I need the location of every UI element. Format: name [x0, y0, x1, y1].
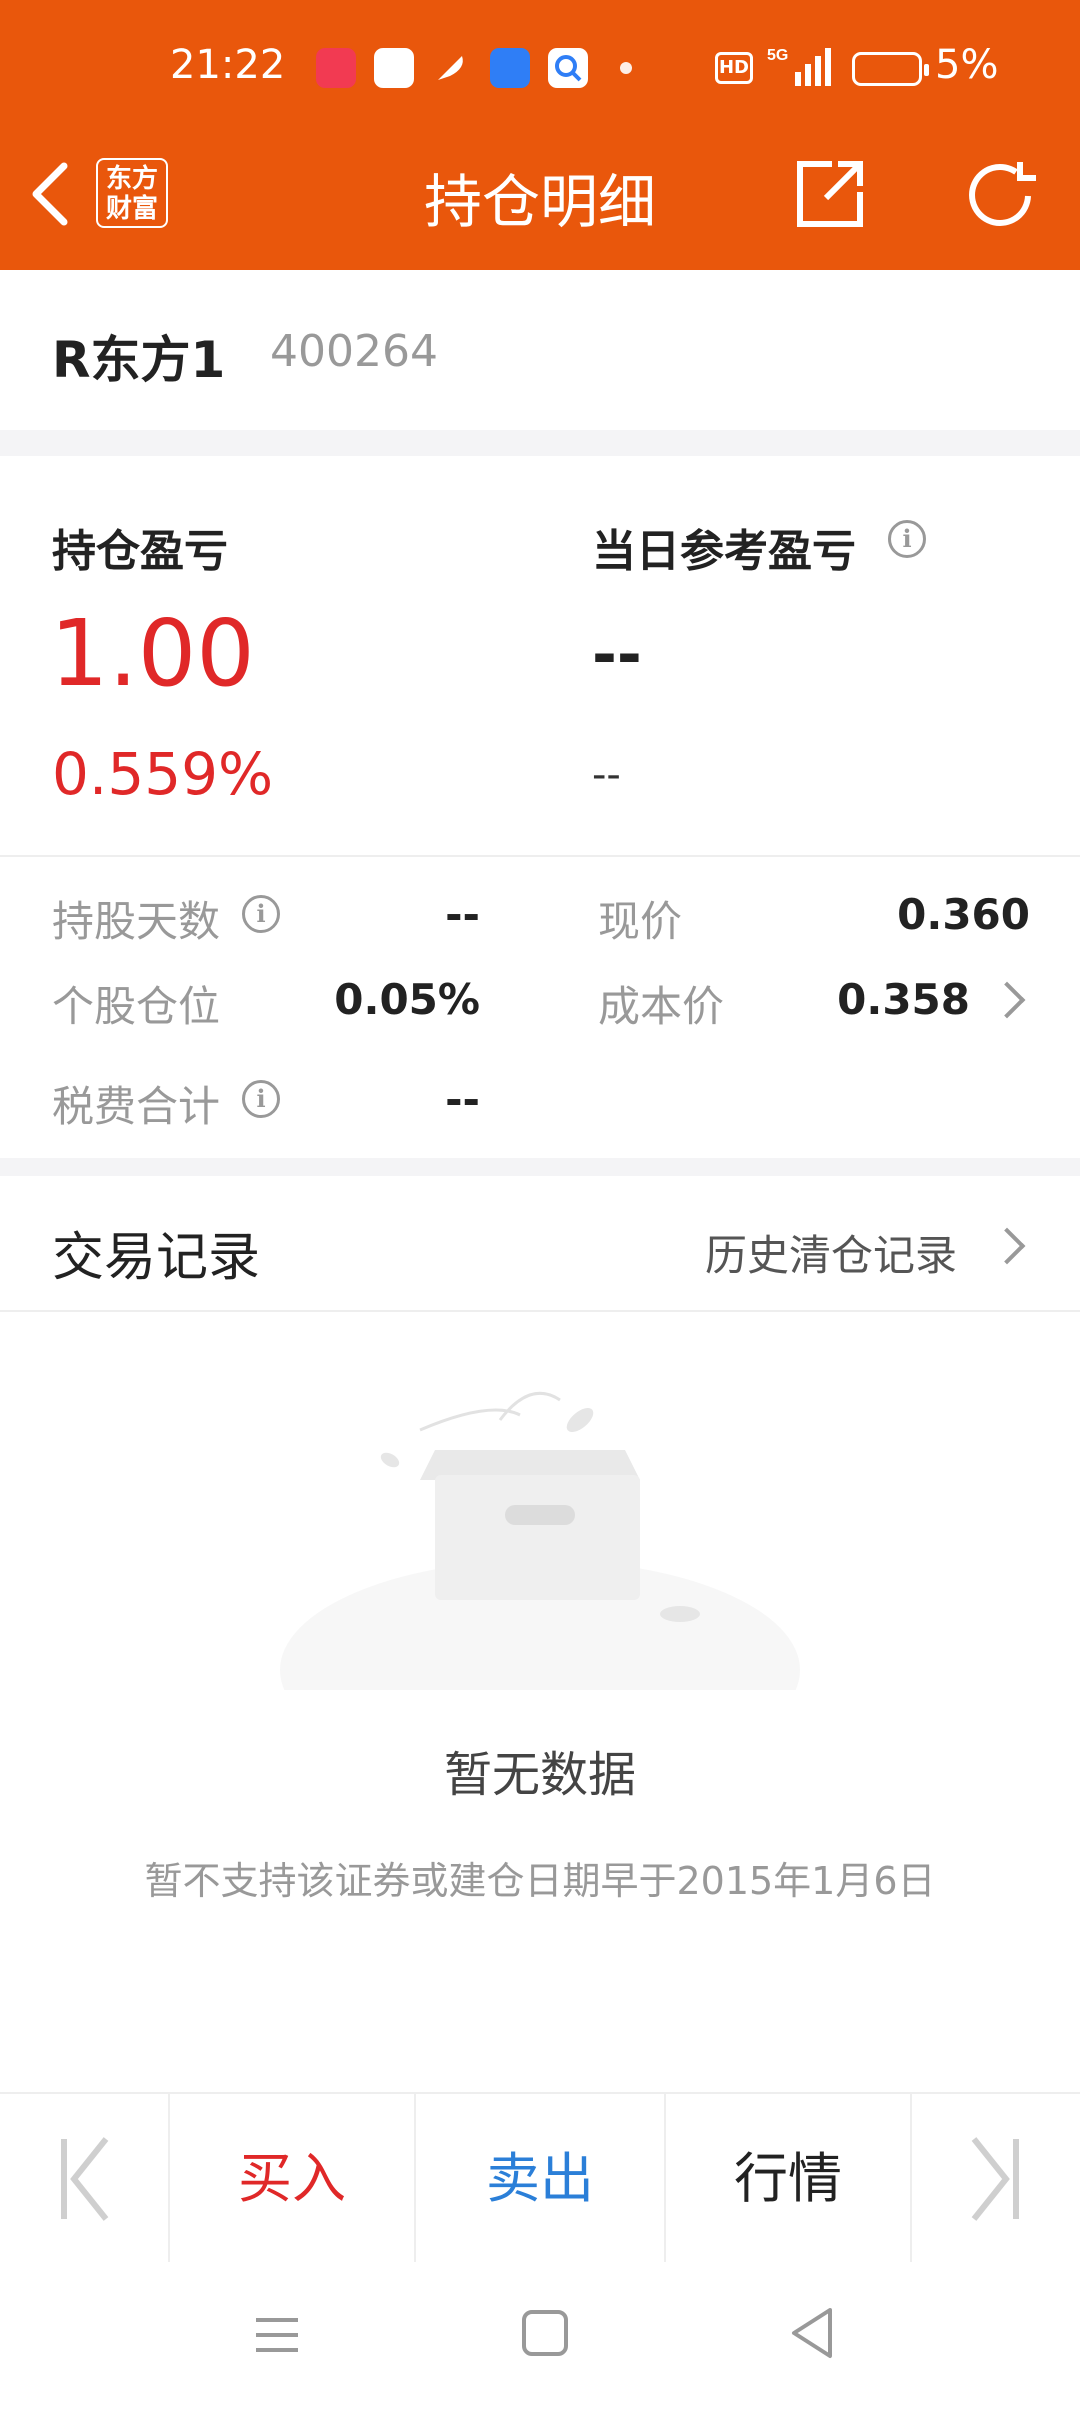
- search-app-icon: [548, 48, 588, 88]
- trade-records-title: 交易记录: [52, 1228, 261, 1288]
- sell-button[interactable]: 卖出: [416, 2094, 664, 2264]
- notification-dot: [620, 62, 632, 74]
- music-app-icon: [316, 48, 356, 88]
- info-icon[interactable]: i: [242, 895, 280, 933]
- divider: [0, 855, 1080, 857]
- cost-price-label: 成本价: [598, 982, 725, 1031]
- section-divider: [0, 1158, 1080, 1176]
- next-stock-icon[interactable]: [912, 2094, 1080, 2264]
- fees-value: --: [445, 1075, 480, 1124]
- refresh-icon[interactable]: [962, 156, 1042, 236]
- daily-pnl-value: --: [592, 620, 642, 690]
- empty-box-illustration: [270, 1370, 810, 1780]
- files-app-icon: [490, 48, 530, 88]
- signal-icon: 5G: [765, 44, 835, 88]
- position-pnl-percent: 0.559%: [52, 740, 274, 808]
- cost-price-value[interactable]: 0.358: [770, 975, 970, 1024]
- history-clearance-link[interactable]: 历史清仓记录: [705, 1222, 957, 1283]
- hd-badge: HD: [715, 52, 753, 84]
- bottom-action-bar: 买入 卖出 行情: [0, 2092, 1080, 2264]
- current-price-value: 0.360: [897, 890, 1030, 939]
- back-triangle-icon[interactable]: [788, 2306, 836, 2360]
- hold-days-value: --: [445, 890, 480, 939]
- position-ratio-value: 0.05%: [334, 975, 480, 1024]
- battery-icon: [852, 52, 929, 86]
- previous-stock-icon[interactable]: [0, 2094, 168, 2264]
- header-bar: 21:22 HD 5G 5% 东方 财富 持仓明细: [0, 0, 1080, 270]
- position-ratio-label: 个股仓位: [52, 982, 221, 1031]
- empty-state-title: 暂无数据: [443, 1747, 636, 1803]
- share-icon[interactable]: [792, 156, 868, 232]
- quote-button[interactable]: 行情: [666, 2094, 910, 2264]
- chevron-right-icon[interactable]: [988, 981, 1026, 1019]
- feather-app-icon: [432, 48, 472, 88]
- divider: [0, 1310, 1080, 1312]
- system-nav-bar: [0, 2262, 1080, 2412]
- screen: 21:22 HD 5G 5% 东方 财富 持仓明细 R东方1 400264 持仓…: [0, 0, 1080, 2412]
- section-divider: [0, 430, 1080, 456]
- page-title: 持仓明细: [423, 168, 656, 236]
- hold-days-label: 持股天数: [52, 897, 221, 946]
- current-price-label: 现价: [598, 897, 683, 946]
- empty-state-subtitle: 暂不支持该证券或建仓日期早于2015年1月6日: [144, 1859, 936, 1903]
- daily-pnl-label: 当日参考盈亏: [592, 526, 856, 577]
- battery-percent: 5%: [935, 42, 999, 88]
- svg-text:5G: 5G: [767, 47, 788, 64]
- menu-icon[interactable]: [252, 2310, 302, 2360]
- buy-button[interactable]: 买入: [170, 2094, 414, 2264]
- home-icon[interactable]: [522, 2310, 568, 2356]
- baidu-app-icon: [374, 48, 414, 88]
- daily-pnl-percent: --: [592, 752, 621, 798]
- position-pnl-label: 持仓盈亏: [52, 526, 228, 577]
- stock-name: R东方1: [52, 331, 226, 389]
- info-icon[interactable]: i: [242, 1080, 280, 1118]
- stock-code: 400264: [270, 326, 438, 377]
- fees-label: 税费合计: [52, 1082, 221, 1131]
- info-icon[interactable]: i: [888, 520, 926, 558]
- position-pnl-value: 1.00: [50, 600, 255, 707]
- chevron-right-icon[interactable]: [988, 1227, 1026, 1265]
- status-time: 21:22: [170, 42, 286, 88]
